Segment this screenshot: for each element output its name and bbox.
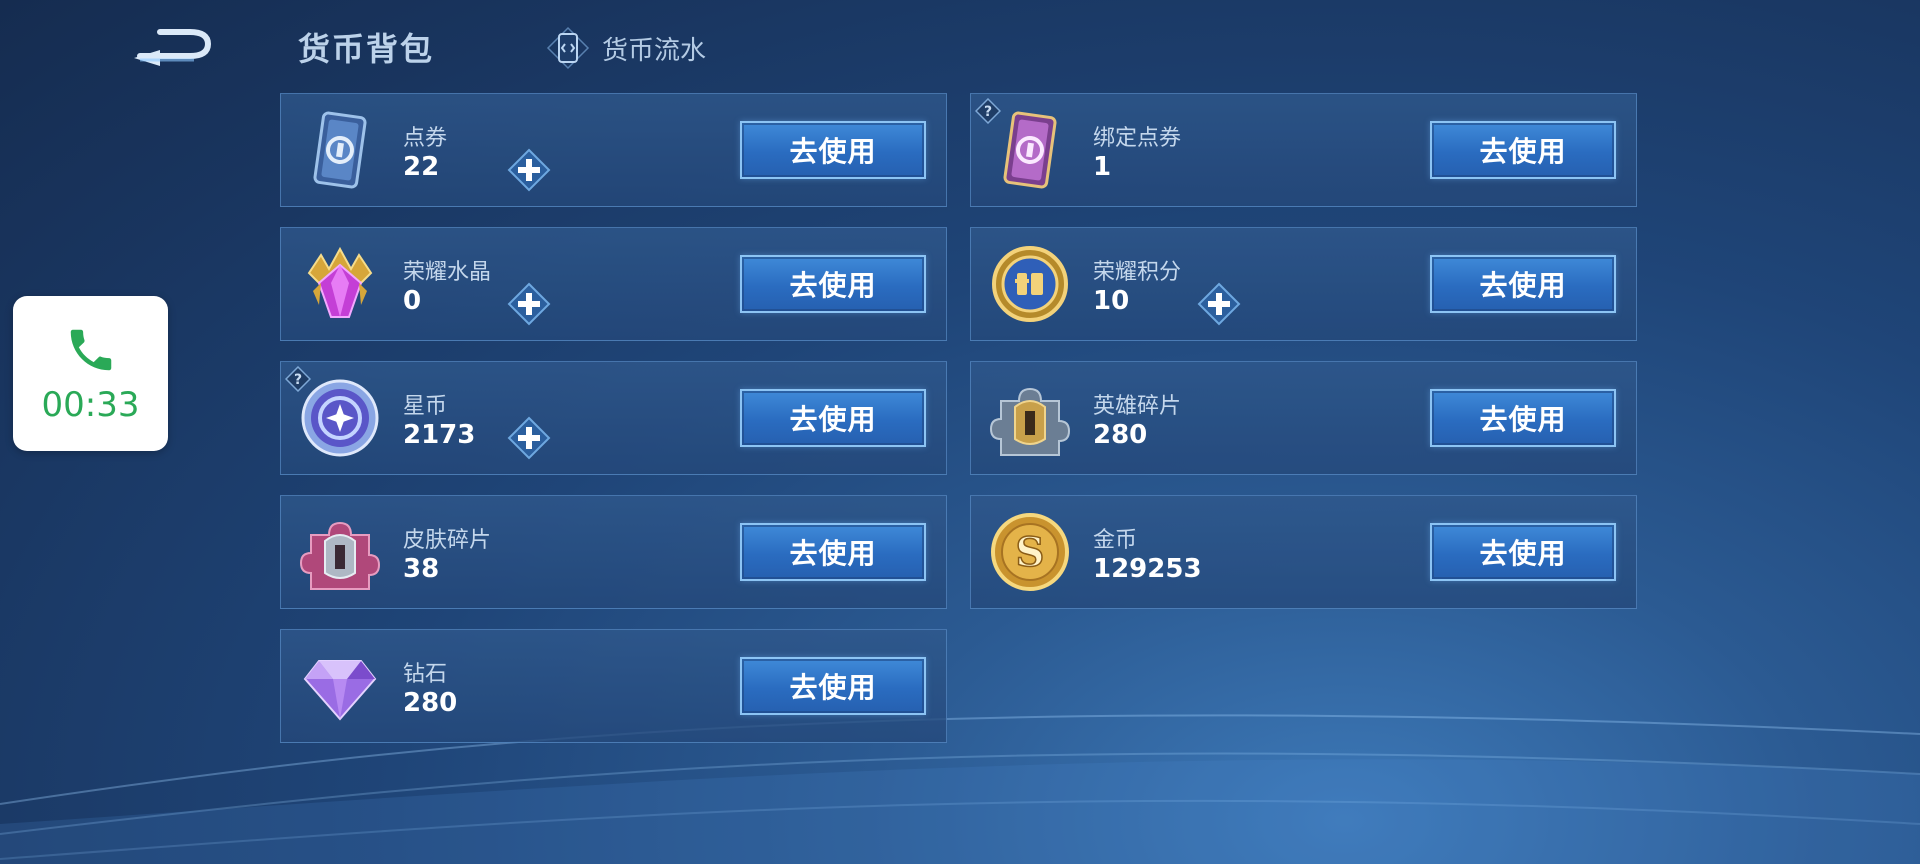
use-bound-coupon-button[interactable]: 去使用 xyxy=(1430,121,1616,179)
use-hero-fragment-button[interactable]: 去使用 xyxy=(1430,389,1616,447)
glory-crystal-icon xyxy=(307,246,373,318)
currency-card-skin-fragment: 皮肤碎片 38 去使用 xyxy=(280,495,947,609)
phone-icon xyxy=(70,329,111,370)
currency-name: 点券 xyxy=(403,126,448,151)
currency-name: 钻石 xyxy=(403,662,448,687)
currency-card-glory-points: 荣耀积分 10 去使用 xyxy=(970,227,1637,341)
use-skin-fragment-button[interactable]: 去使用 xyxy=(740,523,926,581)
tab-currency-flow-label: 货币流水 xyxy=(602,35,707,66)
coupon-card-icon xyxy=(313,111,367,189)
use-coupon-button[interactable]: 去使用 xyxy=(740,121,926,179)
call-status-widget[interactable]: 00:33 xyxy=(13,296,168,451)
use-glory-points-button[interactable]: 去使用 xyxy=(1430,255,1616,313)
currency-card-bound-coupon: ? 绑定点券 1 去使用 xyxy=(970,93,1637,207)
ledger-card-icon xyxy=(546,26,590,70)
currency-amount: 1 xyxy=(1093,152,1112,182)
currency-card-glory-crystal: 荣耀水晶 0 去使用 xyxy=(280,227,947,341)
currency-grid: 点券 22 去使用 ? 绑定点券 1 去使用 荣耀水晶 0 去使用 荣耀积分 1… xyxy=(280,93,1638,749)
add-coupon-button[interactable] xyxy=(507,148,551,192)
currency-name: 荣耀积分 xyxy=(1093,260,1182,285)
back-button[interactable] xyxy=(130,20,216,72)
use-diamond-button[interactable]: 去使用 xyxy=(740,657,926,715)
currency-name: 荣耀水晶 xyxy=(403,260,492,285)
currency-card-coupon: 点券 22 去使用 xyxy=(280,93,947,207)
call-duration: 00:33 xyxy=(41,384,140,425)
currency-amount: 280 xyxy=(403,688,458,718)
currency-name: 皮肤碎片 xyxy=(403,528,492,553)
currency-card-diamond: 钻石 280 去使用 xyxy=(280,629,947,743)
currency-card-hero-fragment: 英雄碎片 280 去使用 xyxy=(970,361,1637,475)
currency-amount: 129253 xyxy=(1093,554,1202,584)
add-glory-crystal-button[interactable] xyxy=(507,282,551,326)
page-title: 货币背包 xyxy=(298,30,435,68)
diamond-icon xyxy=(303,660,377,721)
use-gold-coin-button[interactable]: 去使用 xyxy=(1430,523,1616,581)
hero-fragment-icon xyxy=(989,387,1071,456)
currency-card-star-coin: ? 星币 2173 去使用 xyxy=(280,361,947,475)
tab-currency-flow[interactable]: 货币流水 xyxy=(546,26,706,70)
svg-text:S: S xyxy=(1016,529,1045,576)
currency-name: 金币 xyxy=(1093,528,1138,553)
currency-name: 星币 xyxy=(403,394,448,419)
skin-fragment-icon xyxy=(299,521,381,590)
currency-amount: 22 xyxy=(403,152,440,182)
currency-amount: 2173 xyxy=(403,420,476,450)
currency-name: 绑定点券 xyxy=(1093,126,1182,151)
glory-points-icon xyxy=(992,246,1068,322)
bound-coupon-card-icon xyxy=(1003,111,1057,189)
gold-coin-icon: S xyxy=(991,513,1069,591)
currency-amount: 10 xyxy=(1093,286,1130,316)
currency-amount: 0 xyxy=(403,286,422,316)
add-glory-points-button[interactable] xyxy=(1197,282,1241,326)
add-star-coin-button[interactable] xyxy=(507,416,551,460)
star-coin-icon xyxy=(301,379,379,457)
currency-amount: 280 xyxy=(1093,420,1148,450)
back-arrow-icon xyxy=(134,29,212,66)
currency-name: 英雄碎片 xyxy=(1093,394,1182,419)
use-star-coin-button[interactable]: 去使用 xyxy=(740,389,926,447)
currency-card-gold-coin: S 金币 129253 去使用 xyxy=(970,495,1637,609)
currency-amount: 38 xyxy=(403,554,440,584)
use-glory-crystal-button[interactable]: 去使用 xyxy=(740,255,926,313)
